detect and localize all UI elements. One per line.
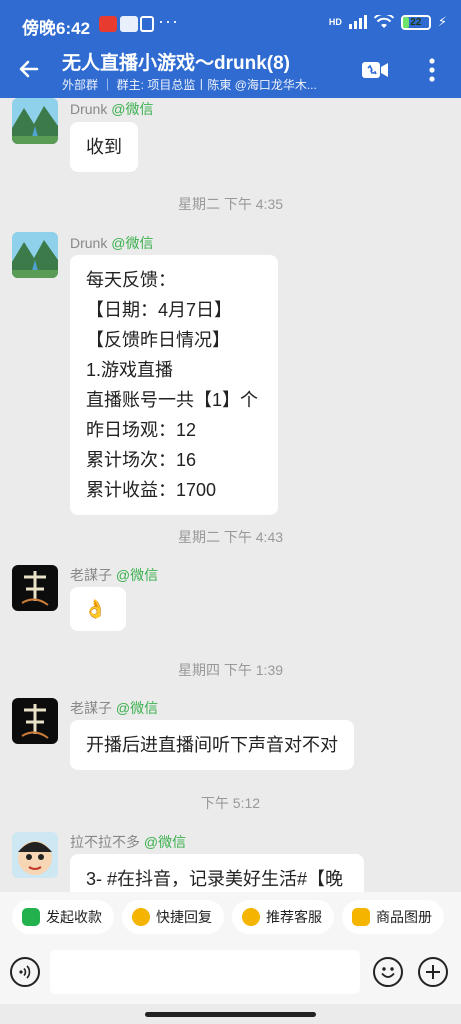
quick-action-catalog[interactable]: 商品图册 xyxy=(342,900,444,934)
sender-name: Drunk xyxy=(70,101,108,117)
sender-source: @微信 xyxy=(111,235,154,251)
message-line: 累计场次：16 xyxy=(86,450,197,470)
message-sender: 老謀子 @微信 xyxy=(70,565,158,585)
quick-action-customer-service[interactable]: 推荐客服 xyxy=(232,900,334,934)
sender-source: @微信 xyxy=(143,834,187,850)
quick-action-payment[interactable]: 发起收款 xyxy=(12,900,114,934)
chat-title: 无人直播小游戏～drunk(8) xyxy=(62,53,291,74)
avatar-laomouzi[interactable] xyxy=(12,698,58,744)
network-type: HD xyxy=(328,17,342,27)
quick-action-label: 发起收款 xyxy=(46,909,102,925)
chat-messages[interactable]: Drunk @微信 收到 星期二 下午 4:35 Drunk @微信 每天反馈：… xyxy=(0,98,461,892)
avatar-drunk[interactable] xyxy=(12,232,58,278)
more-notifications-icon: ··· xyxy=(158,11,179,31)
message-line: 昨日场观：12 xyxy=(86,420,197,440)
title-bar: 无人直播小游戏～drunk(8) 外部群 ｜ 群主: 项目总监丨陈東 @海口龙华… xyxy=(0,40,461,98)
chat-subtitle: 外部群 ｜ 群主: 项目总监丨陈東 @海口龙华木... xyxy=(62,78,317,92)
message-sender: Drunk @微信 xyxy=(70,99,153,119)
message-line: 【日期：4月7日】 xyxy=(86,300,233,320)
wifi-icon xyxy=(373,15,394,28)
catalog-icon xyxy=(352,908,370,926)
plus-icon xyxy=(426,965,440,979)
message-line: 累计收益：1700 xyxy=(86,480,217,500)
quick-action-label: 商品图册 xyxy=(376,909,432,925)
message-bubble[interactable]: 每天反馈： 【日期：4月7日】 【反馈昨日情况】 1.游戏直播 直播账号一共【1… xyxy=(70,255,278,515)
top-header: 傍晚6:42 ··· HD 22 ⚡ 无人直播小游戏～drunk(8) 外部群 … xyxy=(0,0,461,98)
ok-hand-emoji: 👌 xyxy=(84,599,107,619)
sender-source: @微信 xyxy=(111,101,154,117)
avatar-drunk[interactable] xyxy=(12,98,58,144)
quick-action-quick-reply[interactable]: 快捷回复 xyxy=(122,900,224,934)
app-notification-icon xyxy=(99,16,117,32)
sender-name: 老謀子 xyxy=(70,567,112,583)
back-button[interactable] xyxy=(12,52,46,86)
message-input[interactable] xyxy=(50,950,360,994)
message-line: 【反馈昨日情况】 xyxy=(86,330,230,350)
message-bubble[interactable]: 3- #在抖音，记录美好生活#【晚 xyxy=(70,854,364,892)
status-time: 傍晚6:42 xyxy=(22,19,91,38)
arrow-left-icon xyxy=(19,60,39,78)
signal-icon xyxy=(348,15,367,29)
more-button[interactable] xyxy=(412,50,452,90)
sender-name: Drunk xyxy=(70,235,108,251)
emoji-button[interactable] xyxy=(373,957,403,987)
emoji-icon xyxy=(381,967,395,978)
quick-reply-icon xyxy=(132,908,150,926)
message-bubble[interactable]: 开播后进直播间听下声音对不对 xyxy=(70,720,354,770)
quick-action-label: 快捷回复 xyxy=(156,909,212,925)
quick-action-label: 推荐客服 xyxy=(266,909,322,925)
status-right: HD 22 ⚡ xyxy=(329,14,447,30)
message-bubble[interactable]: 👌 xyxy=(70,587,126,631)
message-line: 1.游戏直播 xyxy=(86,360,174,380)
message-line: 每天反馈： xyxy=(86,270,176,290)
timestamp: 下午 5:12 xyxy=(200,795,261,811)
more-vertical-icon xyxy=(429,58,435,82)
timestamp: 星期二 下午 4:43 xyxy=(177,529,284,545)
battery-icon: 22 xyxy=(400,14,431,30)
battery-fill xyxy=(402,16,409,28)
voice-button[interactable] xyxy=(10,957,40,987)
charging-icon: ⚡ xyxy=(437,14,447,29)
gallery-notification-icon xyxy=(140,16,154,32)
sender-name: 老謀子 xyxy=(70,700,112,716)
message-line: 开播后进直播间听下声音对不对 xyxy=(86,735,338,755)
video-call-icon xyxy=(362,62,388,78)
video-call-button[interactable] xyxy=(355,50,395,90)
voice-icon xyxy=(19,965,31,979)
timestamp: 星期四 下午 1:39 xyxy=(177,662,284,678)
message-composer xyxy=(0,942,461,1004)
message-line: 直播账号一共【1】个 xyxy=(86,390,259,410)
battery-level: 22 xyxy=(410,16,422,28)
sender-name: 拉不拉不多 xyxy=(70,834,140,850)
sender-source: @微信 xyxy=(115,700,159,716)
sender-source: @微信 xyxy=(115,567,159,583)
customer-service-icon xyxy=(242,908,260,926)
message-sender: 老謀子 @微信 xyxy=(70,698,158,718)
message-sender: 拉不拉不多 @微信 xyxy=(70,832,186,852)
timestamp: 星期二 下午 4:35 xyxy=(177,196,284,212)
avatar-laomouzi[interactable] xyxy=(12,565,58,611)
plus-button[interactable] xyxy=(418,957,448,987)
payment-icon xyxy=(22,908,40,926)
message-bubble[interactable]: 收到 xyxy=(70,122,138,172)
message-sender: Drunk @微信 xyxy=(70,233,153,253)
home-indicator[interactable] xyxy=(145,1012,316,1017)
message-line: 收到 xyxy=(86,137,122,157)
avatar-labulabuduo[interactable] xyxy=(12,832,58,878)
card-notification-icon xyxy=(120,16,138,32)
message-line: 3- #在抖音，记录美好生活#【晚 xyxy=(86,869,344,889)
quick-actions-bar: 发起收款 快捷回复 推荐客服 商品图册 xyxy=(0,892,461,942)
